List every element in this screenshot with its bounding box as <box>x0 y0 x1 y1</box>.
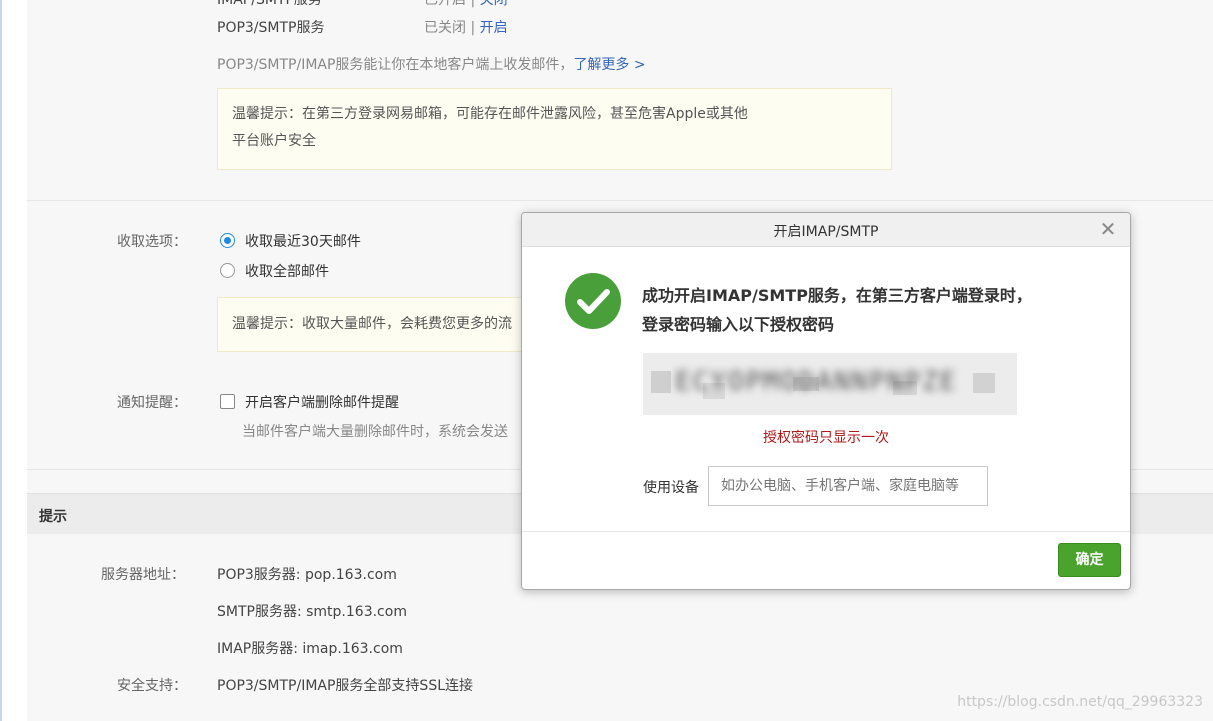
pop3-status-text: 已关闭 <box>424 20 466 36</box>
imap-divider: | <box>470 0 476 8</box>
imap-server: IMAP服务器: imap.163.com <box>217 641 403 657</box>
security-tip-line2: 平台账户安全 <box>232 133 316 149</box>
security-support-label: 安全支持： <box>117 678 187 694</box>
device-input[interactable] <box>708 466 988 506</box>
success-message: 成功开启IMAP/SMTP服务，在第三方客户端登录时，登录密码输入以下授权密码 <box>642 286 1032 334</box>
hints-title: 提示 <box>39 509 67 525</box>
delete-reminder-label: 开启客户端删除邮件提醒 <box>245 395 399 411</box>
imap-service-name: IMAP/SMTP服务 <box>217 0 322 8</box>
imap-status-text: 已开启 <box>424 0 466 8</box>
notify-label: 通知提醒： <box>117 395 187 411</box>
radio-recent-30-days[interactable] <box>220 233 235 248</box>
success-check-icon <box>565 273 621 329</box>
security-tip-line1: 温馨提示：在第三方登录网易邮箱，可能存在邮件泄露风险，甚至危害Apple或其他 <box>232 106 748 122</box>
radio-all-mail-label: 收取全部邮件 <box>245 264 329 280</box>
security-tip-box: 温馨提示：在第三方登录网易邮箱，可能存在邮件泄露风险，甚至危害Apple或其他 … <box>217 88 892 170</box>
pop3-service-name: POP3/SMTP服务 <box>217 20 325 36</box>
pop3-divider: | <box>470 20 476 36</box>
pop3-service-status: 已关闭 | 开启 <box>424 17 508 37</box>
pop3-enable-link[interactable]: 开启 <box>480 20 508 36</box>
auth-code: ECYOPMODANNPNPZE <box>675 367 958 397</box>
dialog-header: 开启IMAP/SMTP ✕ <box>522 213 1130 247</box>
smtp-server: SMTP服务器: smtp.163.com <box>217 604 407 620</box>
imap-service-status: 已开启 | 关闭 <box>424 0 508 9</box>
learn-more-link[interactable]: 了解更多 > <box>573 57 645 73</box>
dialog-footer-divider <box>522 531 1130 532</box>
dialog-title: 开启IMAP/SMTP <box>773 224 879 240</box>
server-address-label: 服务器地址： <box>101 567 185 583</box>
mail-settings-page: IMAP/SMTP服务 已开启 | 关闭 POP3/SMTP服务 已关闭 | 开… <box>0 0 1213 721</box>
enable-imap-dialog: 开启IMAP/SMTP ✕ 成功开启IMAP/SMTP服务，在第三方客户端登录时… <box>521 212 1131 590</box>
service-desc-text: POP3/SMTP/IMAP服务能让你在本地客户端上收发邮件， <box>217 57 574 73</box>
radio-all-mail[interactable] <box>220 263 235 278</box>
delete-reminder-checkbox[interactable] <box>220 394 235 409</box>
security-support-value: POP3/SMTP/IMAP服务全部支持SSL连接 <box>217 678 474 694</box>
imap-close-link[interactable]: 关闭 <box>480 0 508 8</box>
volume-tip-box: 温馨提示：收取大量邮件，会耗费您更多的流 <box>217 297 522 352</box>
service-description: POP3/SMTP/IMAP服务能让你在本地客户端上收发邮件，了解更多 > <box>217 54 646 74</box>
radio-recent-30-days-label: 收取最近30天邮件 <box>245 234 361 250</box>
mosaic-block <box>973 373 995 393</box>
receive-options-label: 收取选项： <box>117 234 187 250</box>
left-border <box>0 0 2 721</box>
close-icon[interactable]: ✕ <box>1098 217 1118 241</box>
confirm-button[interactable]: 确定 <box>1058 543 1121 577</box>
volume-tip-text: 温馨提示：收取大量邮件，会耗费您更多的流 <box>232 316 512 332</box>
show-once-warning: 授权密码只显示一次 <box>763 430 889 446</box>
device-label: 使用设备 <box>643 480 699 496</box>
watermark: https://blog.csdn.net/qq_29963323 <box>957 694 1203 710</box>
divider <box>27 200 1213 201</box>
pop3-server: POP3服务器: pop.163.com <box>217 567 397 583</box>
mosaic-block <box>651 371 671 393</box>
auth-code-box: ECYOPMODANNPNPZE <box>643 353 1017 415</box>
delete-reminder-desc: 当邮件客户端大量删除邮件时，系统会发送 <box>242 424 508 440</box>
